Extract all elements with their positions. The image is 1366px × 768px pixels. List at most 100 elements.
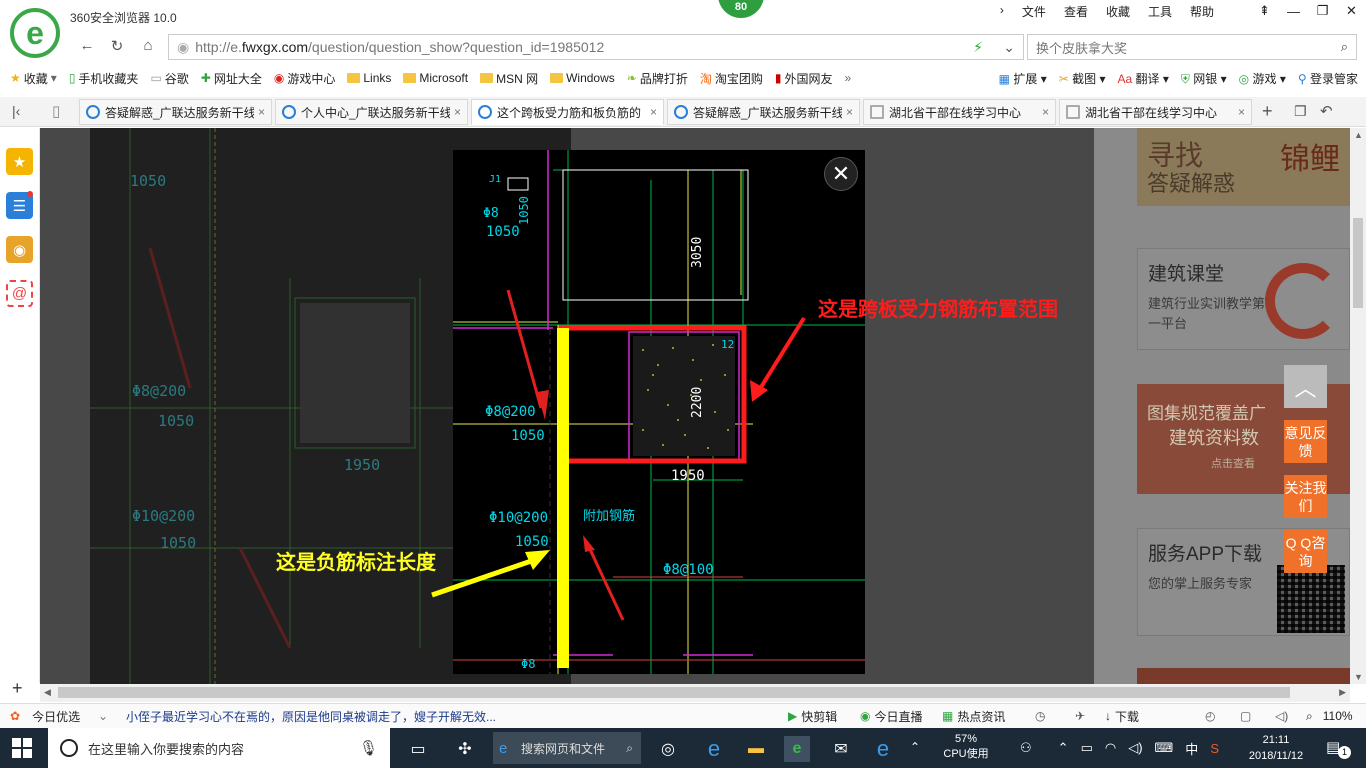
tab-qa-1[interactable]: 答疑解惑_广联达服务新干线 × xyxy=(79,99,272,125)
ie-browser-icon[interactable]: e xyxy=(701,736,727,762)
reload-icon[interactable]: ↻ xyxy=(106,37,128,57)
new-tab-icon[interactable]: + xyxy=(1262,101,1273,122)
menu-tools[interactable]: 工具 xyxy=(1146,3,1174,20)
speed-icon[interactable]: ⚡ xyxy=(973,39,983,56)
minimize-icon[interactable]: — xyxy=(1279,0,1308,22)
download-button[interactable]: ↓ 下载 xyxy=(1105,708,1139,725)
bank-button[interactable]: ⛨ 网银 ▾ xyxy=(1181,70,1227,87)
fav-windows[interactable]: Windows xyxy=(550,71,615,85)
browser-360-icon[interactable]: e xyxy=(784,736,810,762)
close-tab-icon[interactable]: × xyxy=(258,105,265,119)
vertical-scroll-thumb[interactable] xyxy=(1353,218,1363,308)
horizontal-scroll-thumb[interactable] xyxy=(58,687,1290,698)
weibo-icon[interactable]: ◉ xyxy=(6,236,33,263)
pinwheel-icon[interactable]: ✣ xyxy=(452,736,478,762)
tray-chevron-icon[interactable]: ⌃ xyxy=(1058,740,1069,756)
vertical-scrollbar[interactable]: ▲ ▼ xyxy=(1350,128,1366,684)
scroll-right-icon[interactable]: ▶ xyxy=(1339,687,1346,698)
mobile-tab-icon[interactable]: ▯ xyxy=(52,102,60,120)
chevron-right-icon[interactable]: › xyxy=(998,3,1006,20)
restore-icon[interactable]: ❐ xyxy=(1308,0,1337,22)
fav-hao123[interactable]: ✚ 网址大全 xyxy=(201,70,262,87)
login-manager-button[interactable]: ⚲ 登录管家 xyxy=(1298,70,1358,87)
hot-news-button[interactable]: ▦ 热点资讯 xyxy=(942,708,1005,725)
task-view-icon[interactable]: ▭ xyxy=(405,736,431,762)
tab-current-question[interactable]: 这个跨板受力筋和板负筋的 × xyxy=(471,99,664,125)
keyboard-icon[interactable]: ⌨ xyxy=(1155,740,1174,756)
pin-tool-icon[interactable]: ✈ xyxy=(1075,709,1085,723)
tab-hubei-1[interactable]: 湖北省干部在线学习中心 × xyxy=(863,99,1056,125)
tab-qa-2[interactable]: 答疑解惑_广联达服务新干线 × xyxy=(667,99,860,125)
tab-list-icon[interactable]: ❐ xyxy=(1294,103,1307,120)
chrome-like-icon[interactable]: ◎ xyxy=(655,736,681,762)
browser-logo-icon[interactable]: e xyxy=(10,8,60,58)
menu-favorites[interactable]: 收藏 xyxy=(1104,3,1132,20)
feedback-button[interactable]: 意见反馈 xyxy=(1284,420,1327,463)
fav-foreign[interactable]: ▮ 外国网友 xyxy=(775,70,833,87)
search-input[interactable]: 换个皮肤拿大奖 ⌕ xyxy=(1027,34,1357,60)
news-ticker-link[interactable]: 小侄子最近学习心不在焉的，原因是他同桌被调走了，嫂子开解无效... xyxy=(126,708,496,725)
fav-google[interactable]: ▭ 谷歌 xyxy=(150,70,188,87)
microphone-icon[interactable]: 🎙 xyxy=(359,739,378,757)
scroll-left-icon[interactable]: ◀ xyxy=(44,687,51,698)
web-search-box[interactable]: e 搜索网页和文件 ⌕ xyxy=(493,732,641,764)
speed-mode-icon[interactable]: ◷ xyxy=(1035,709,1045,723)
sidebar-toggle-icon[interactable]: |‹ xyxy=(12,103,20,119)
chevron-down-icon[interactable]: ⌄ xyxy=(98,709,108,723)
fav-games[interactable]: ◉ 游戏中心 xyxy=(274,70,336,87)
follow-us-button[interactable]: 关注我们 xyxy=(1284,475,1327,518)
close-tab-icon[interactable]: × xyxy=(650,105,657,119)
more-favorites-icon[interactable]: » xyxy=(845,71,852,85)
fav-links[interactable]: Links xyxy=(347,71,391,85)
security-score-badge[interactable]: 80 xyxy=(718,0,764,18)
scroll-up-icon[interactable]: ▲ xyxy=(1354,130,1363,140)
fav-collection[interactable]: ★ 收藏 ▾ xyxy=(10,70,57,87)
fav-taobao[interactable]: 淘淘宝团购 xyxy=(700,70,763,87)
add-sidebar-icon[interactable]: + xyxy=(12,678,23,699)
cpu-usage[interactable]: 57% CPU使用 xyxy=(940,732,992,762)
clock[interactable]: 21:11 2018/11/12 xyxy=(1238,732,1314,764)
undo-close-icon[interactable]: ↶ xyxy=(1320,102,1333,120)
window-icon[interactable]: ▢ xyxy=(1240,709,1251,723)
close-tab-icon[interactable]: × xyxy=(1042,105,1049,119)
close-tab-icon[interactable]: × xyxy=(846,105,853,119)
game-button[interactable]: ◎ 游戏 ▾ xyxy=(1239,70,1286,87)
close-tab-icon[interactable]: × xyxy=(454,105,461,119)
history-icon[interactable]: ◴ xyxy=(1205,709,1215,723)
volume-icon[interactable]: ◁) xyxy=(1275,709,1288,723)
battery-icon[interactable]: ▭ xyxy=(1081,740,1093,756)
today-picks[interactable]: ✿ 今日优选 xyxy=(10,708,80,725)
windows-search-input[interactable]: 在这里输入你要搜索的内容 🎙 xyxy=(48,728,390,768)
people-icon[interactable]: ⚇ xyxy=(1020,740,1032,756)
close-lightbox-icon[interactable]: ✕ xyxy=(824,157,858,191)
tab-hubei-2[interactable]: 湖北省干部在线学习中心 × xyxy=(1059,99,1252,125)
live-button[interactable]: ◉ 今日直播 xyxy=(860,708,923,725)
speaker-icon[interactable]: ◁) xyxy=(1128,740,1142,756)
favorites-star-icon[interactable]: ★ xyxy=(6,148,33,175)
edge-icon[interactable]: e xyxy=(870,736,896,762)
tab-personal-center[interactable]: 个人中心_广联达服务新干线 × xyxy=(275,99,468,125)
fav-mobile[interactable]: ▯ 手机收藏夹 xyxy=(69,70,139,87)
windows-start-icon[interactable] xyxy=(12,738,32,758)
chevron-down-icon[interactable]: ⌄ xyxy=(1003,39,1015,56)
menu-file[interactable]: 文件 xyxy=(1020,3,1048,20)
home-icon[interactable]: ⌂ xyxy=(137,37,159,57)
qq-consult-button[interactable]: Q Q咨询 xyxy=(1284,530,1327,573)
menu-view[interactable]: 查看 xyxy=(1062,3,1090,20)
close-tab-icon[interactable]: × xyxy=(1238,105,1245,119)
wifi-icon[interactable]: ◠ xyxy=(1105,740,1116,756)
fav-msn[interactable]: MSN 网 xyxy=(480,70,538,87)
zoom-control[interactable]: ⌕ 110% xyxy=(1306,709,1353,724)
url-input[interactable]: ◉ http://e. fwxgx.com/question/question_s… xyxy=(168,34,1024,60)
image-lightbox[interactable]: Φ8 1050 Φ8@200 1050 Φ10@200 1050 附加钢筋 Φ8… xyxy=(453,150,865,674)
scroll-down-icon[interactable]: ▼ xyxy=(1354,672,1363,682)
quick-clip-button[interactable]: ▶ 快剪辑 xyxy=(788,708,837,725)
course-card[interactable]: 建筑课堂 建筑行业实训教学第一平台 xyxy=(1137,248,1350,350)
chevron-up-icon[interactable]: ⌃ xyxy=(910,740,920,754)
search-icon[interactable]: ⌕ xyxy=(1341,39,1348,55)
file-explorer-icon[interactable]: ▬ xyxy=(743,736,769,762)
screenshot-button[interactable]: ✂ 截图 ▾ xyxy=(1059,70,1106,87)
fav-brand-discount[interactable]: ❧ 品牌打折 xyxy=(627,70,688,87)
ime-indicator[interactable]: 中 xyxy=(1185,739,1198,758)
pin-icon[interactable]: ⇞ xyxy=(1250,0,1279,22)
